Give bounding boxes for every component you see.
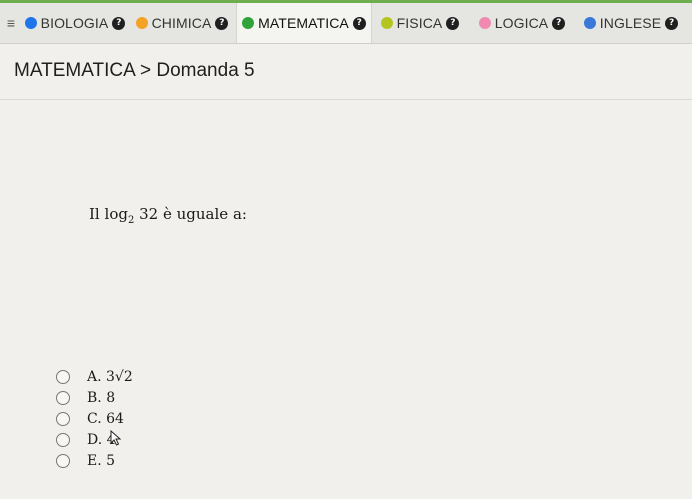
question-text: Il log2 32 è uguale a: xyxy=(89,205,247,226)
answer-option-c[interactable]: C. 64 xyxy=(56,408,133,429)
help-icon[interactable]: ? xyxy=(552,16,566,30)
question-suffix: è uguale a: xyxy=(162,205,247,223)
radio-button[interactable] xyxy=(56,453,70,468)
radio-button[interactable] xyxy=(56,369,70,384)
answer-letter: A. xyxy=(87,368,102,385)
answer-list: A. 3√2 B. 8 C. 64 D. 4 E. 5 xyxy=(56,366,133,471)
tab-color-dot xyxy=(135,17,148,29)
question-prefix: Il xyxy=(89,205,100,223)
tab-matematica[interactable]: MATEMATICA ? xyxy=(236,3,372,43)
tab-label: CHIMICA xyxy=(151,15,212,31)
breadcrumb-separator: > xyxy=(139,60,152,81)
answer-option-e[interactable]: E. 5 xyxy=(56,450,133,471)
tab-label: LOGICA xyxy=(494,15,549,31)
breadcrumb-item: Domanda 5 xyxy=(156,60,255,81)
answer-letter: D. xyxy=(87,431,103,448)
answer-letter: B. xyxy=(87,389,102,406)
help-icon[interactable]: ? xyxy=(112,16,126,30)
help-icon[interactable]: ? xyxy=(215,16,229,30)
answer-letter: E. xyxy=(87,452,102,469)
breadcrumb: MATEMATICA > Domanda 5 xyxy=(14,60,255,82)
answer-letter: C. xyxy=(87,410,102,427)
answer-value: 5 xyxy=(106,452,116,469)
answer-option-a[interactable]: A. 3√2 xyxy=(56,366,133,387)
tab-biologia[interactable]: BIOLOGIA ? xyxy=(22,3,128,43)
answer-option-b[interactable]: B. 8 xyxy=(56,387,133,408)
answer-value: 64 xyxy=(106,410,124,427)
radio-button[interactable] xyxy=(56,411,70,426)
tab-fisica[interactable]: FISICA ? xyxy=(372,3,468,43)
help-icon[interactable]: ? xyxy=(665,16,679,30)
tab-chimica[interactable]: CHIMICA ? xyxy=(128,3,236,43)
tab-label: FISICA xyxy=(396,15,443,31)
log-function: log xyxy=(104,205,128,223)
tab-color-dot xyxy=(478,17,491,29)
help-icon[interactable]: ? xyxy=(352,16,366,30)
tab-color-dot xyxy=(24,17,37,29)
menu-icon[interactable]: ≡ xyxy=(0,3,22,43)
answer-value: 3√2 xyxy=(106,368,133,385)
radio-button[interactable] xyxy=(56,432,70,447)
tab-inglese[interactable]: INGLESE ? xyxy=(576,3,686,43)
tab-label: MATEMATICA xyxy=(258,15,349,31)
tab-label: INGLESE xyxy=(599,15,662,31)
log-base: 2 xyxy=(127,215,135,226)
tab-color-dot xyxy=(380,17,393,29)
header-divider xyxy=(0,99,692,100)
radio-button[interactable] xyxy=(56,390,70,405)
tab-logica[interactable]: LOGICA ? xyxy=(468,3,576,43)
log-argument: 32 xyxy=(139,205,159,223)
help-icon[interactable]: ? xyxy=(446,16,460,30)
breadcrumb-subject: MATEMATICA xyxy=(14,60,135,81)
tab-color-dot xyxy=(583,17,596,29)
tab-color-dot xyxy=(242,17,255,29)
tab-label: BIOLOGIA xyxy=(40,15,109,31)
mouse-cursor-icon xyxy=(110,430,122,446)
subject-tab-bar: ≡ BIOLOGIA ? CHIMICA ? MATEMATICA ? FISI… xyxy=(0,3,692,44)
answer-value: 8 xyxy=(106,389,116,406)
